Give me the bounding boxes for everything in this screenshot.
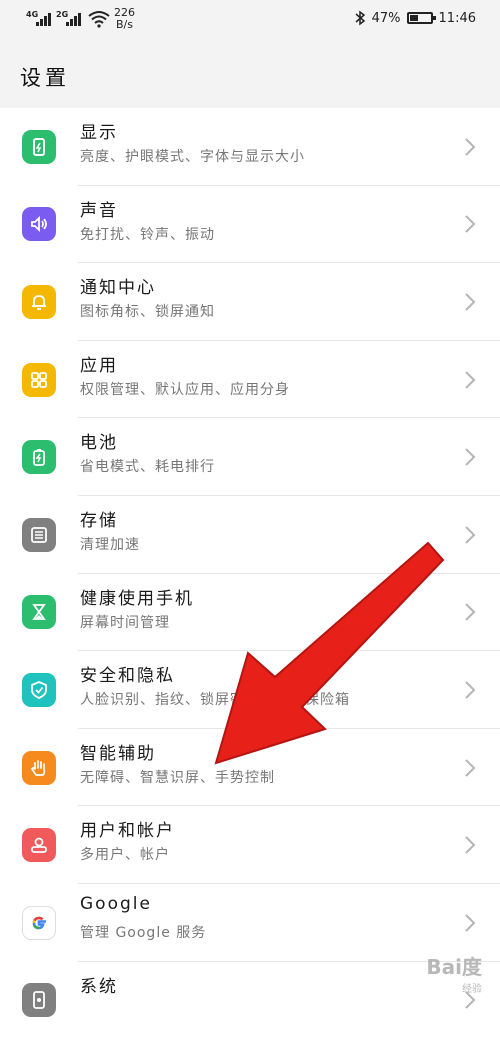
- shield-icon: [22, 672, 56, 707]
- settings-item-title: 声音: [80, 200, 118, 221]
- watermark-sub: 经验: [462, 984, 482, 995]
- chevron-right-icon: [465, 448, 476, 466]
- settings-item-subtitle: 权限管理、默认应用、应用分身: [80, 381, 290, 398]
- settings-item-title: Google: [80, 893, 152, 914]
- chevron-right-icon: [465, 138, 476, 156]
- chevron-right-icon: [465, 526, 476, 544]
- display-icon: [22, 129, 56, 164]
- settings-item-11[interactable]: 系统: [0, 962, 500, 1039]
- settings-item-subtitle: 省电模式、耗电排行: [80, 459, 215, 476]
- settings-item-title: 显示: [80, 123, 118, 143]
- settings-item-title: 健康使用手机: [80, 588, 194, 609]
- settings-item-subtitle: 亮度、护眼模式、字体与显示大小: [80, 149, 305, 165]
- user-icon: [22, 828, 56, 863]
- page-title: 设置: [20, 66, 70, 90]
- bell-icon: [22, 284, 56, 319]
- settings-item-subtitle: 免打扰、铃声、振动: [80, 226, 215, 243]
- status-right: 47% 11:46: [354, 10, 476, 26]
- speaker-icon: [22, 207, 56, 242]
- settings-item-5[interactable]: 存储 清理加速: [0, 496, 500, 574]
- settings-item-8[interactable]: 智能辅助无障碍、智慧识屏、手势控制: [0, 729, 500, 807]
- clock: 11:46: [438, 10, 476, 26]
- settings-item-title: 存储: [80, 510, 118, 531]
- watermark: Bai度 经验: [426, 951, 482, 995]
- settings-item-9[interactable]: 用户和帐户多用户、帐户: [0, 806, 500, 884]
- settings-item-10[interactable]: Google 管理 Google 服务: [0, 884, 500, 962]
- settings-item-title: 电池: [80, 433, 118, 454]
- settings-item-6[interactable]: 健康使用手机屏幕时间管理: [0, 574, 500, 652]
- settings-item-title: 应用: [80, 355, 118, 376]
- battery-status-icon: [406, 12, 436, 24]
- settings-item-subtitle: 图标角标、锁屏通知: [80, 304, 215, 321]
- settings-item-subtitle: 多用户、帐户: [80, 847, 170, 864]
- settings-item-title: 用户和帐户: [80, 821, 175, 842]
- header-area: 4G 2G 226 B/s 47% 11:46 设置: [0, 0, 500, 108]
- signal-icon: [36, 12, 51, 26]
- storage-icon: [22, 517, 56, 552]
- settings-item-title: 系统: [80, 976, 118, 997]
- settings-item-subtitle: 屏幕时间管理: [80, 614, 170, 631]
- system-icon: [22, 983, 56, 1018]
- settings-item-title: 智能辅助: [80, 743, 156, 764]
- settings-list: 显示亮度、护眼模式、字体与显示大小声音免打扰、铃声、振动通知中心图标角标、锁屏通…: [0, 108, 500, 1039]
- chevron-right-icon: [465, 836, 476, 854]
- apps-grid-icon: [22, 362, 56, 397]
- settings-item-title: 安全和隐私: [80, 666, 175, 687]
- settings-item-subtitle: 清理加速: [80, 536, 140, 553]
- settings-item-subtitle: 人脸识别、指纹、锁屏密码、密码保险箱: [80, 692, 350, 709]
- watermark-brand: Bai度: [426, 955, 482, 979]
- chevron-right-icon: [465, 370, 476, 389]
- chevron-right-icon: [465, 293, 476, 311]
- chevron-right-icon: [465, 603, 476, 622]
- bluetooth-icon: [355, 10, 365, 26]
- battery-icon: [22, 440, 56, 475]
- settings-item-3[interactable]: 应用权限管理、默认应用、应用分身: [0, 341, 500, 419]
- signal-icon-2: [66, 12, 81, 26]
- speed-unit: B/s: [116, 18, 133, 31]
- settings-item-subtitle: 管理 Google 服务: [80, 924, 207, 941]
- settings-item-7[interactable]: 安全和隐私人脸识别、指纹、锁屏密码、密码保险箱: [0, 651, 500, 729]
- settings-item-0[interactable]: 显示亮度、护眼模式、字体与显示大小: [0, 108, 500, 186]
- battery-percent: 47%: [371, 10, 401, 26]
- google-icon: [22, 905, 56, 940]
- settings-item-1[interactable]: 声音免打扰、铃声、振动: [0, 186, 500, 264]
- chevron-right-icon: [465, 758, 476, 777]
- network-speed: 226 B/s: [114, 7, 135, 31]
- settings-item-4[interactable]: 电池省电模式、耗电排行: [0, 418, 500, 496]
- chevron-right-icon: [465, 914, 476, 932]
- chevron-right-icon: [465, 215, 476, 234]
- chevron-right-icon: [465, 681, 476, 699]
- settings-item-2[interactable]: 通知中心图标角标、锁屏通知: [0, 263, 500, 341]
- wifi-icon: [88, 11, 110, 28]
- hand-icon: [22, 750, 56, 785]
- settings-item-title: 通知中心: [80, 278, 156, 299]
- status-bar: 4G 2G 226 B/s 47% 11:46: [0, 0, 500, 40]
- hourglass-icon: [22, 595, 56, 630]
- settings-item-subtitle: 无障碍、智慧识屏、手势控制: [80, 769, 275, 786]
